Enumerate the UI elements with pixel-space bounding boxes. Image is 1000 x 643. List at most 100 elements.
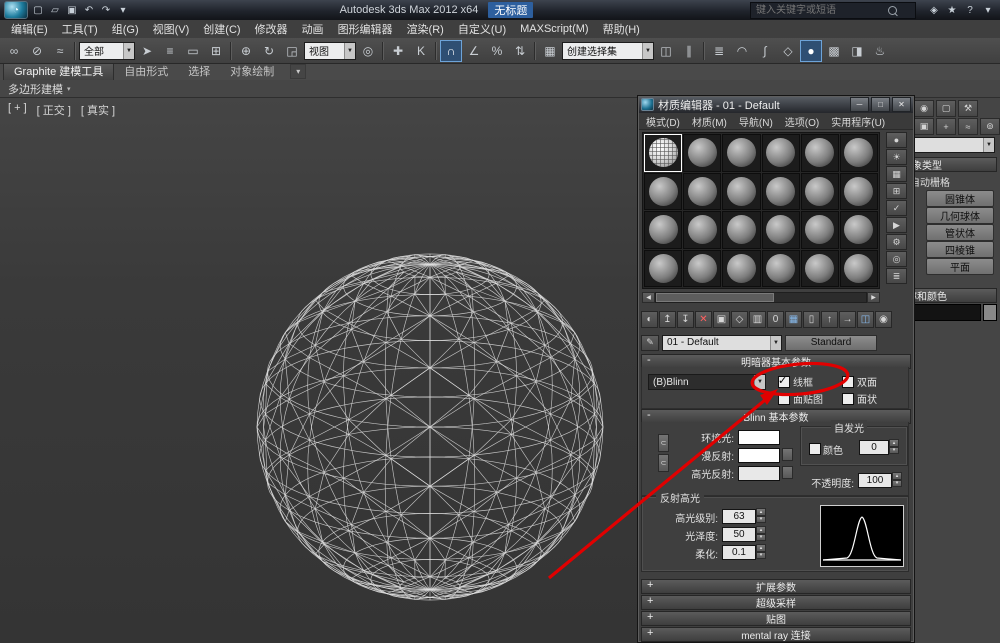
menubar-item[interactable]: 动画 <box>295 20 331 38</box>
go-to-parent-button[interactable]: ↑ <box>821 310 838 328</box>
select-and-move-button[interactable]: ⊕ <box>235 40 257 62</box>
material-sample-slot[interactable] <box>683 249 722 287</box>
material-name-dropdown[interactable]: 01 - Default ▼ <box>662 334 782 351</box>
edit-named-selections-button[interactable]: ▦ <box>539 40 561 62</box>
make-preview-icon[interactable]: ▶ <box>886 217 907 233</box>
menubar-item[interactable]: 图形编辑器 <box>331 20 400 38</box>
material-map-navigator-icon[interactable]: ≣ <box>886 268 907 284</box>
select-and-link-button[interactable]: ∞ <box>3 40 25 62</box>
object-type-button[interactable]: 管状体 <box>926 224 994 241</box>
material-sample-slot[interactable] <box>800 249 839 287</box>
spinner-up-icon[interactable]: ▴ <box>756 544 766 552</box>
make-material-copy-button[interactable]: ▣ <box>713 310 730 328</box>
object-color-swatch[interactable] <box>983 304 997 321</box>
scrollbar-thumb[interactable] <box>656 293 774 302</box>
space-warps-category[interactable]: ≈ <box>958 118 978 135</box>
material-sample-slot[interactable] <box>722 172 761 210</box>
me-menu-item[interactable]: 选项(O) <box>779 114 825 129</box>
self-illum-color-checkbox[interactable] <box>809 443 821 455</box>
me-menu-item[interactable]: 模式(D) <box>640 114 686 129</box>
save-file-icon[interactable]: ▣ <box>64 2 80 18</box>
me-menu-item[interactable]: 实用程序(U) <box>825 114 891 129</box>
glossiness-value[interactable]: 50 <box>722 527 756 542</box>
put-material-to-scene-button[interactable]: ↥ <box>659 310 676 328</box>
spinner-down-icon[interactable]: ▾ <box>756 533 766 541</box>
extended-parameters-rollout[interactable]: + 扩展参数 <box>641 579 911 594</box>
select-object-button[interactable]: ➤ <box>136 40 158 62</box>
menubar-item[interactable]: 创建(C) <box>196 20 247 38</box>
graphite-toggle-button[interactable]: ◠ <box>731 40 753 62</box>
select-by-material-icon[interactable]: ◎ <box>886 251 907 267</box>
redo-icon[interactable]: ↷ <box>98 2 114 18</box>
material-type-button[interactable]: Standard <box>785 334 877 351</box>
material-sample-slot[interactable] <box>761 172 800 210</box>
material-sample-slot[interactable] <box>683 172 722 210</box>
get-material-button[interactable]: ◐ <box>641 310 658 328</box>
soften-value[interactable]: 0.1 <box>722 545 756 560</box>
material-editor-button[interactable]: ● <box>800 39 822 62</box>
diffuse-color-swatch[interactable] <box>738 448 780 463</box>
select-and-manipulate-button[interactable]: ✚ <box>387 40 409 62</box>
help-icon[interactable]: ? <box>962 2 978 18</box>
bind-to-space-warp-button[interactable]: ≈ <box>49 40 71 62</box>
material-editor-titlebar[interactable]: 材质编辑器 - 01 - Default ─ □ ✕ <box>638 96 914 113</box>
spinner-up-icon[interactable]: ▴ <box>889 439 899 447</box>
material-sample-slot[interactable] <box>839 249 878 287</box>
material-sample-slot[interactable] <box>644 211 683 249</box>
keyboard-override-button[interactable]: K <box>410 40 432 62</box>
material-sample-slot[interactable] <box>839 211 878 249</box>
mirror-button[interactable]: ◫ <box>655 40 677 62</box>
menubar-item[interactable]: 工具(T) <box>55 20 105 38</box>
lock-ambient-diffuse-button[interactable]: ⊂ <box>658 434 669 452</box>
align-button[interactable]: ∥ <box>678 40 700 62</box>
map-button[interactable] <box>782 448 793 461</box>
menubar-item[interactable]: 编辑(E) <box>4 20 55 38</box>
material-sample-slot[interactable] <box>800 134 839 172</box>
assign-material-to-selection-button[interactable]: ↧ <box>677 310 694 328</box>
specular-level-value[interactable]: 63 <box>722 509 756 524</box>
object-type-button[interactable]: 圆锥体 <box>926 190 994 207</box>
scroll-right-icon[interactable]: ▶ <box>867 292 880 303</box>
object-type-button[interactable]: 几何球体 <box>926 207 994 224</box>
menubar-item[interactable]: 帮助(H) <box>596 20 647 38</box>
me-menu-item[interactable]: 导航(N) <box>733 114 779 129</box>
wireframe-checkbox[interactable]: 线框 <box>778 374 813 389</box>
specular-color-swatch[interactable] <box>738 466 780 481</box>
material-sample-slot[interactable] <box>683 134 722 172</box>
supersampling-rollout[interactable]: + 超级采样 <box>641 595 911 610</box>
go-forward-sibling-button[interactable]: → <box>839 310 856 328</box>
systems-category[interactable]: ⊚ <box>980 118 1000 135</box>
show-map-in-viewport-button[interactable]: ▦ <box>785 310 802 328</box>
project-menu-icon[interactable]: ▾ <box>115 2 131 18</box>
snap-toggle-button[interactable]: ∩ <box>440 39 462 62</box>
put-to-library-button[interactable]: ▥ <box>749 310 766 328</box>
open-file-icon[interactable]: ▱ <box>47 2 63 18</box>
face-map-checkbox-box[interactable] <box>778 392 790 405</box>
ribbon-minimize-icon[interactable]: ▾ <box>290 64 307 79</box>
menubar-item[interactable]: 组(G) <box>105 20 146 38</box>
new-file-icon[interactable]: ▢ <box>30 2 46 18</box>
polygon-modeling-panel[interactable]: 多边形建模 <box>8 81 63 97</box>
select-and-scale-button[interactable]: ◲ <box>281 40 303 62</box>
menubar-item[interactable]: 渲染(R) <box>400 20 451 38</box>
spinner-down-icon[interactable]: ▾ <box>892 479 902 487</box>
material-options-button[interactable]: ◉ <box>875 310 892 328</box>
use-pivot-center-button[interactable]: ◎ <box>357 40 379 62</box>
backlight-icon[interactable]: ☀ <box>886 149 907 165</box>
video-color-check-icon[interactable]: ✓ <box>886 200 907 216</box>
search-icon[interactable] <box>888 5 897 15</box>
material-sample-slot[interactable] <box>644 172 683 210</box>
make-unique-button[interactable]: ◇ <box>731 310 748 328</box>
rectangular-selection-region-button[interactable]: ▭ <box>182 40 204 62</box>
spinner-down-icon[interactable]: ▾ <box>889 446 899 454</box>
display-tab[interactable]: ▢ <box>936 100 956 117</box>
search-input[interactable] <box>754 3 888 17</box>
reset-map-button[interactable]: ✕ <box>695 310 712 328</box>
menubar-item[interactable]: 视图(V) <box>146 20 197 38</box>
minimize-button[interactable]: ─ <box>850 97 869 112</box>
material-sample-slot[interactable] <box>761 249 800 287</box>
named-selection-dropdown[interactable]: 创建选择集 ▼ <box>562 41 654 60</box>
viewport-shading-menu[interactable]: [ 真实 ] <box>81 102 115 118</box>
window-crossing-button[interactable]: ⊞ <box>205 40 227 62</box>
menubar-item[interactable]: MAXScript(M) <box>513 22 595 36</box>
